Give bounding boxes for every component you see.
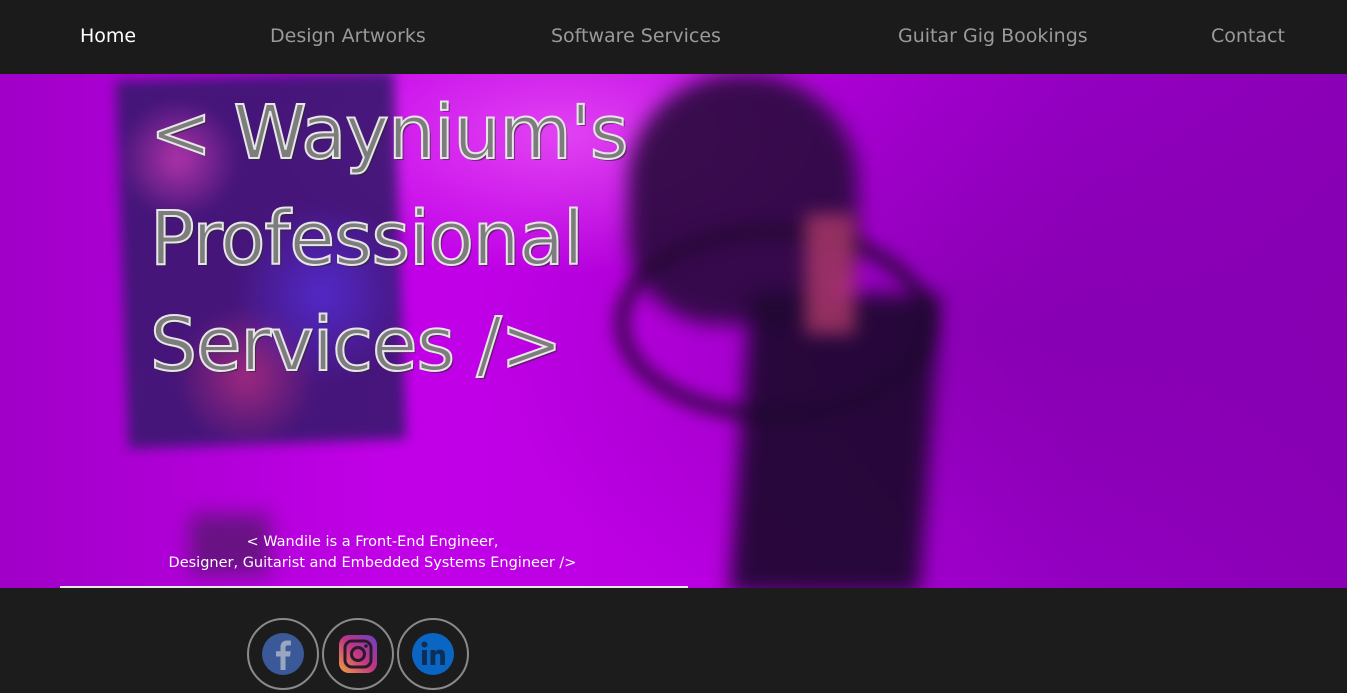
microphone-stand-shape: [729, 294, 941, 588]
hero-subtitle-line-1: < Wandile is a Front-End Engineer,: [246, 534, 499, 550]
linkedin-icon: [412, 633, 454, 675]
hero-title-line-3: Services />: [149, 301, 564, 389]
instagram-link[interactable]: [322, 618, 394, 690]
nav-home-link[interactable]: Home: [80, 25, 136, 47]
page: Home Design Artworks Software Services G…: [0, 0, 1347, 693]
hero-subtitle: < Wandile is a Front-End Engineer, Desig…: [130, 532, 615, 574]
linkedin-link[interactable]: [397, 618, 469, 690]
hero-banner: < Waynium's Professional Services /> < W…: [0, 74, 1347, 588]
hero-title-line-1: < Waynium's: [149, 89, 629, 177]
hero-title: < Waynium's Professional Services />: [149, 80, 670, 398]
top-nav: Home Design Artworks Software Services G…: [0, 0, 1347, 74]
facebook-link[interactable]: [247, 618, 319, 690]
microphone-accent-shape: [805, 214, 855, 334]
facebook-icon: [262, 633, 304, 675]
instagram-icon: [339, 635, 377, 673]
nav-contact-link[interactable]: Contact: [1211, 25, 1285, 47]
hero-title-line-2: Professional: [149, 195, 585, 283]
hero-subtitle-line-2: Designer, Guitarist and Embedded Systems…: [168, 555, 577, 571]
nav-software-services-link[interactable]: Software Services: [551, 25, 721, 47]
section-divider: [60, 586, 688, 588]
nav-design-artworks-link[interactable]: Design Artworks: [270, 25, 426, 47]
nav-guitar-gig-bookings-link[interactable]: Guitar Gig Bookings: [898, 25, 1088, 47]
